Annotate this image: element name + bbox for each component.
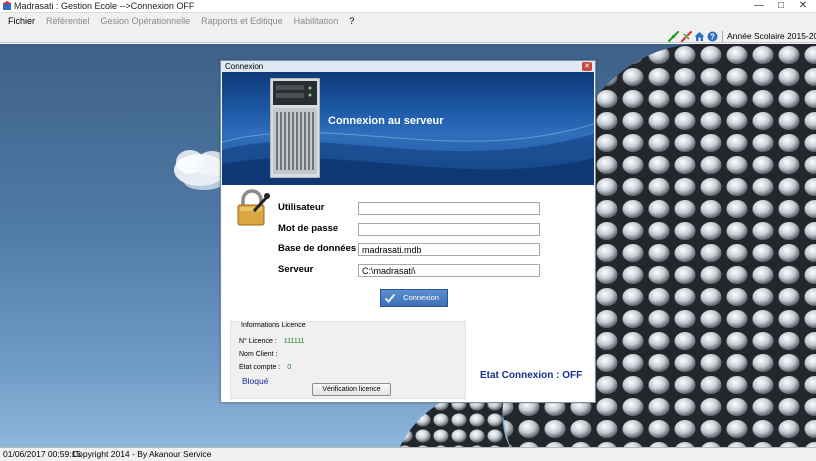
toolbar-separator bbox=[722, 31, 723, 42]
disconnect-icon[interactable] bbox=[681, 31, 692, 42]
database-input[interactable] bbox=[358, 243, 540, 256]
status-bar: 01/06/2017 00:59:15 Copyright 2014 - By … bbox=[0, 447, 816, 461]
connect-icon[interactable] bbox=[668, 31, 679, 42]
window-title: Madrasati : Gestion Ecole -->Connexion O… bbox=[14, 1, 195, 11]
toolbar-icons: ? bbox=[668, 31, 720, 42]
menu-bar: Fichier Référentiel Gesion Opérationnell… bbox=[0, 13, 816, 30]
menu-rapports-editique[interactable]: Rapports et Editique bbox=[201, 13, 283, 30]
connexion-button[interactable]: Connexion bbox=[380, 289, 448, 307]
menu-fichier[interactable]: Fichier bbox=[8, 13, 35, 30]
client-name-row: Nom Client : bbox=[239, 350, 283, 359]
toolbar: ? Année Scolaire 2015-2016 bbox=[0, 30, 816, 43]
minimize-button[interactable]: — bbox=[748, 0, 770, 13]
help-icon[interactable]: ? bbox=[707, 31, 718, 42]
license-legend: Informations Licence bbox=[239, 321, 308, 330]
menu-referentiel[interactable]: Référentiel bbox=[46, 13, 90, 30]
maximize-button[interactable]: □ bbox=[770, 0, 792, 13]
window-controls: — □ ✕ bbox=[748, 0, 814, 13]
license-number-value: 111111 bbox=[283, 338, 305, 345]
menu-help[interactable]: ? bbox=[349, 13, 354, 30]
license-status: Bloqué bbox=[242, 376, 269, 386]
password-label: Mot de passe bbox=[278, 223, 339, 234]
password-input[interactable] bbox=[358, 223, 540, 236]
connexion-dialog: Connexion ✕ Connexion au serveur Utilisa… bbox=[220, 60, 596, 403]
license-info-panel: Informations Licence N° Licence : 111111… bbox=[230, 321, 466, 399]
account-state-label: Etat compte : bbox=[239, 364, 281, 371]
connection-state: Etat Connexion : OFF bbox=[480, 370, 583, 381]
account-state-value: 0 bbox=[287, 364, 292, 371]
server-label: Serveur bbox=[278, 264, 314, 275]
server-input[interactable] bbox=[358, 264, 540, 277]
license-number-row: N° Licence : 111111 bbox=[239, 337, 305, 346]
close-window-button[interactable]: ✕ bbox=[792, 0, 814, 13]
database-label: Base de données bbox=[278, 243, 357, 254]
home-icon[interactable] bbox=[694, 31, 705, 42]
window-titlebar: Madrasati : Gestion Ecole -->Connexion O… bbox=[0, 0, 816, 13]
dialog-title: Connexion bbox=[225, 62, 264, 71]
status-copyright: Copyright 2014 - By Akanour Service bbox=[72, 449, 212, 459]
menu-habilitation[interactable]: Habilitation bbox=[294, 13, 339, 30]
menu-gestion-operationnelle[interactable]: Gesion Opérationnelle bbox=[101, 13, 191, 30]
app-icon bbox=[2, 1, 12, 10]
account-state-row: Etat compte : 0 bbox=[239, 363, 291, 372]
school-year: Année Scolaire 2015-2016 bbox=[727, 31, 816, 41]
padlock-key-icon bbox=[237, 189, 270, 226]
checkmark-icon bbox=[384, 293, 396, 303]
dialog-close-button[interactable]: ✕ bbox=[582, 62, 592, 71]
status-datetime: 01/06/2017 00:59:15 bbox=[3, 449, 81, 459]
svg-text:?: ? bbox=[710, 33, 715, 42]
license-number-label: N° Licence : bbox=[239, 338, 277, 345]
user-label: Utilisateur bbox=[278, 202, 325, 213]
dialog-body: Utilisateur Mot de passe Base de données… bbox=[222, 185, 594, 402]
verify-license-button[interactable]: Vérification licence bbox=[312, 383, 391, 396]
dialog-header-banner: Connexion au serveur bbox=[222, 72, 594, 185]
client-name-label: Nom Client : bbox=[239, 351, 278, 358]
connexion-button-label: Connexion bbox=[403, 293, 439, 302]
server-image bbox=[270, 78, 320, 178]
user-input[interactable] bbox=[358, 202, 540, 215]
dialog-titlebar: Connexion ✕ bbox=[221, 61, 595, 72]
dialog-header-title: Connexion au serveur bbox=[328, 115, 444, 127]
